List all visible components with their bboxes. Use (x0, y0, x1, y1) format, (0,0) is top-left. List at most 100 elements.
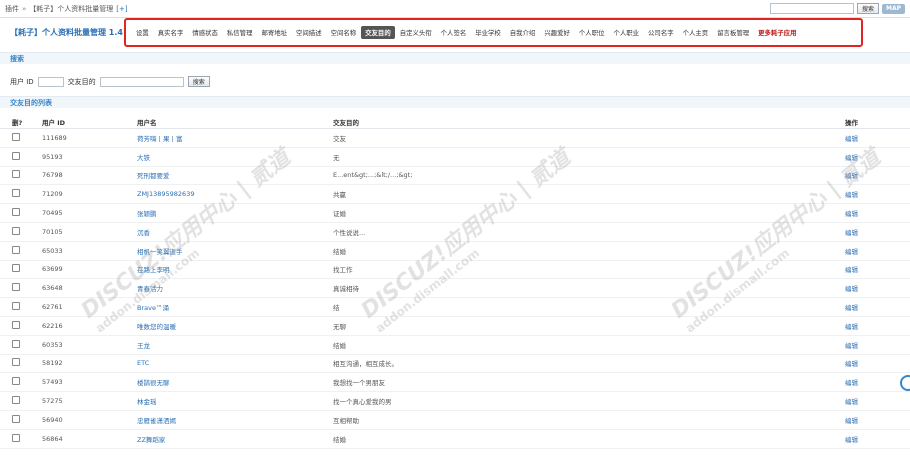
nav-item-2[interactable]: 情感状态 (188, 26, 222, 39)
nav-item-15[interactable]: 公司名字 (644, 26, 678, 39)
delete-checkbox[interactable] (12, 170, 20, 179)
username-link[interactable]: 沉香 (137, 227, 333, 237)
edit-link[interactable]: 编辑 (845, 246, 895, 256)
edit-link[interactable]: 编辑 (845, 396, 895, 406)
uid-input[interactable] (37, 76, 64, 87)
nav-item-12[interactable]: 兴趣爱好 (540, 26, 574, 39)
delete-checkbox[interactable] (12, 396, 20, 405)
username-link[interactable]: 荷芳嗨丨果丨富 (137, 133, 333, 143)
breadcrumb-root[interactable]: 插件 (5, 4, 19, 14)
uid-cell: 62216 (42, 321, 63, 330)
delete-checkbox[interactable] (12, 226, 20, 235)
username-link[interactable]: 林金瑶 (137, 396, 333, 406)
breadcrumb-separator: » (22, 4, 27, 13)
delete-cell (0, 208, 42, 218)
delete-checkbox[interactable] (12, 339, 20, 348)
top-search-button[interactable]: 搜索 (856, 3, 879, 14)
purpose-cell: 互相帮助 (333, 416, 359, 425)
edit-link[interactable]: 编辑 (845, 377, 895, 387)
username-link[interactable]: ZZ舞蹈家 (137, 434, 333, 444)
nav-item-9[interactable]: 个人签名 (437, 26, 471, 39)
search-button[interactable]: 搜索 (187, 76, 210, 87)
uid-label: 用户 ID (10, 77, 34, 86)
nav-item-17[interactable]: 留言板管理 (713, 26, 753, 39)
edit-link[interactable]: 编辑 (845, 415, 895, 425)
purpose-table: 删? 用户 ID 用户名 交友目的 操作 111689 荷芳嗨丨果丨富 交友 编辑 95… (0, 116, 910, 449)
edit-link[interactable]: 编辑 (845, 189, 895, 199)
nav-item-3[interactable]: 私信管理 (223, 26, 257, 39)
nav-item-11[interactable]: 自我介绍 (506, 26, 540, 39)
edit-link[interactable]: 编辑 (845, 264, 895, 274)
username-link[interactable]: ZMJ13895982639 (137, 190, 333, 198)
username-link[interactable]: 相帆一笑翼逝手 (137, 246, 333, 256)
delete-cell (0, 189, 42, 199)
username-link[interactable]: ETC (137, 359, 333, 367)
delete-cell (0, 245, 42, 256)
nav-item-8[interactable]: 自定义头衔 (396, 26, 436, 39)
delete-checkbox[interactable] (12, 283, 20, 292)
nav-item-18[interactable]: 更多耗子应用 (754, 26, 800, 39)
plugin-header: 【耗子】个人资料批量管理 1.4 设置 真实名字 情感状态 私信管理 邮寄地址 空间描述空… (0, 17, 910, 47)
plugin-nav: 设置 真实名字 情感状态 私信管理 邮寄地址 空间描述 空间名称 交友目的 自定义头衔 个人签名毕… (124, 18, 863, 47)
delete-cell (0, 320, 42, 331)
delete-checkbox[interactable] (12, 414, 20, 423)
purpose-cell: 交友 (333, 134, 346, 143)
uid-cell: 71209 (42, 190, 63, 199)
edit-link[interactable]: 编辑 (845, 434, 895, 444)
nav-item-16[interactable]: 个人主页 (679, 26, 713, 39)
edit-link[interactable]: 编辑 (845, 133, 895, 143)
add-shortcut-link[interactable]: [+] (116, 5, 127, 13)
username-link[interactable]: 大铁 (137, 152, 333, 162)
username-link[interactable]: 张颖鹏 (137, 208, 333, 218)
edit-link[interactable]: 编辑 (845, 227, 895, 237)
delete-checkbox[interactable] (12, 189, 20, 198)
edit-link[interactable]: 编辑 (845, 302, 895, 312)
edit-link[interactable]: 编辑 (845, 321, 895, 331)
purpose-cell: 我想找一个男朋友 (333, 379, 385, 388)
delete-cell (0, 302, 42, 312)
edit-link[interactable]: 编辑 (845, 208, 895, 218)
delete-checkbox[interactable] (12, 208, 20, 217)
nav-item-14[interactable]: 个人职业 (609, 26, 643, 39)
map-button[interactable]: MAP (881, 3, 905, 14)
edit-link[interactable]: 编辑 (845, 358, 895, 368)
delete-checkbox[interactable] (12, 433, 20, 442)
nav-item-4[interactable]: 邮寄地址 (257, 26, 291, 39)
edit-link[interactable]: 编辑 (845, 152, 895, 162)
delete-checkbox[interactable] (12, 302, 20, 311)
delete-checkbox[interactable] (12, 264, 20, 273)
delete-checkbox[interactable] (12, 358, 20, 367)
delete-checkbox[interactable] (12, 320, 20, 329)
delete-checkbox[interactable] (12, 132, 20, 141)
username-link[interactable]: 王龙 (137, 340, 333, 350)
table-row: 62216 唯数您的温暖 无聊 编辑 (0, 317, 910, 336)
nav-item-10[interactable]: 毕业学校 (471, 26, 505, 39)
username-link[interactable]: 忠雁雀潇洒嫣 (137, 415, 333, 425)
username-link[interactable]: 死刑都要爱 (137, 170, 333, 180)
column-username: 用户名 (137, 119, 157, 127)
nav-item-7[interactable]: 交友目的 (361, 26, 395, 39)
nav-item-0[interactable]: 设置 (132, 26, 153, 39)
username-link[interactable]: 在路上李明 (137, 264, 333, 274)
username-link[interactable]: 楼鹊很无聊 (137, 377, 333, 387)
delete-checkbox[interactable] (12, 377, 20, 386)
edit-link[interactable]: 编辑 (845, 340, 895, 350)
purpose-input[interactable] (99, 76, 184, 87)
delete-checkbox[interactable] (12, 151, 20, 160)
floating-help-icon[interactable] (900, 375, 910, 391)
table-row: 63648 青春活力 真诚相待 编辑 (0, 279, 910, 299)
nav-item-1[interactable]: 真实名字 (154, 26, 188, 39)
nav-item-6[interactable]: 空间名称 (327, 26, 361, 39)
nav-item-13[interactable]: 个人职位 (575, 26, 609, 39)
username-link[interactable]: 青春活力 (137, 283, 333, 293)
top-search-input[interactable] (769, 3, 854, 14)
uid-cell: 56864 (42, 434, 63, 443)
edit-link[interactable]: 编辑 (845, 170, 895, 180)
username-link[interactable]: Brave™涌 (137, 302, 333, 312)
delete-checkbox[interactable] (12, 245, 20, 254)
delete-cell (0, 264, 42, 274)
nav-item-5[interactable]: 空间描述 (292, 26, 326, 39)
username-link[interactable]: 唯数您的温暖 (137, 321, 333, 331)
purpose-cell: 无 (333, 153, 340, 162)
edit-link[interactable]: 编辑 (845, 283, 895, 293)
